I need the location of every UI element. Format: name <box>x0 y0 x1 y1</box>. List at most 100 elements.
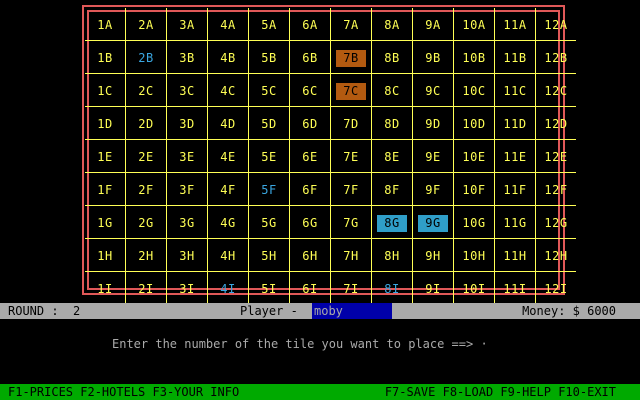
board-cell[interactable]: 1B <box>85 40 126 74</box>
board-cell[interactable]: 12H <box>535 238 576 272</box>
board-cell[interactable]: 2F <box>125 172 167 206</box>
board-cell[interactable]: 8I <box>371 271 413 304</box>
board-cell[interactable]: 7E <box>330 139 372 173</box>
board-cell[interactable]: 9F <box>412 172 454 206</box>
board-cell[interactable]: 5A <box>248 8 290 41</box>
board-cell[interactable]: 10B <box>453 40 495 74</box>
function-keys-right[interactable]: F7-SAVE F8-LOAD F9-HELP F10-EXIT <box>385 384 616 400</box>
function-keys-left[interactable]: F1-PRICES F2-HOTELS F3-YOUR INFO <box>8 384 239 400</box>
board-cell[interactable]: 12B <box>535 40 576 74</box>
tile-prompt[interactable]: Enter the number of the tile you want to… <box>112 336 488 352</box>
board-cell[interactable]: 4C <box>207 73 249 107</box>
board-cell[interactable]: 6H <box>289 238 331 272</box>
board-cell[interactable]: 7G <box>330 205 372 239</box>
board-cell[interactable]: 9E <box>412 139 454 173</box>
board-cell[interactable]: 6G <box>289 205 331 239</box>
board-cell[interactable]: 5G <box>248 205 290 239</box>
board-cell[interactable]: 11I <box>494 271 536 304</box>
board-cell[interactable]: 4H <box>207 238 249 272</box>
board-cell[interactable]: 10D <box>453 106 495 140</box>
board-cell[interactable]: 2I <box>125 271 167 304</box>
board-cell[interactable]: 7B <box>330 40 372 74</box>
board-cell[interactable]: 10F <box>453 172 495 206</box>
board-cell[interactable]: 5C <box>248 73 290 107</box>
board-cell[interactable]: 1D <box>85 106 126 140</box>
board-cell[interactable]: 1F <box>85 172 126 206</box>
board-cell[interactable]: 2D <box>125 106 167 140</box>
board-cell[interactable]: 3B <box>166 40 208 74</box>
board-cell[interactable]: 11D <box>494 106 536 140</box>
board-cell[interactable]: 9B <box>412 40 454 74</box>
board-cell[interactable]: 12G <box>535 205 576 239</box>
board-cell[interactable]: 12A <box>535 8 576 41</box>
board-cell[interactable]: 8E <box>371 139 413 173</box>
board-cell[interactable]: 3E <box>166 139 208 173</box>
board-cell[interactable]: 8B <box>371 40 413 74</box>
board-cell[interactable]: 7F <box>330 172 372 206</box>
board-cell[interactable]: 7C <box>330 73 372 107</box>
board-cell[interactable]: 2B <box>125 40 167 74</box>
board-cell[interactable]: 7A <box>330 8 372 41</box>
board-cell[interactable]: 1I <box>85 271 126 304</box>
board-cell[interactable]: 12I <box>535 271 576 304</box>
board-cell[interactable]: 5H <box>248 238 290 272</box>
board-cell[interactable]: 6E <box>289 139 331 173</box>
board-cell[interactable]: 7D <box>330 106 372 140</box>
board-cell[interactable]: 11H <box>494 238 536 272</box>
board-cell[interactable]: 6C <box>289 73 331 107</box>
board-cell[interactable]: 2E <box>125 139 167 173</box>
board-cell[interactable]: 1H <box>85 238 126 272</box>
board-cell[interactable]: 12D <box>535 106 576 140</box>
board-cell[interactable]: 9D <box>412 106 454 140</box>
board-cell[interactable]: 4I <box>207 271 249 304</box>
board-cell[interactable]: 11B <box>494 40 536 74</box>
board-cell[interactable]: 10I <box>453 271 495 304</box>
board-cell[interactable]: 8F <box>371 172 413 206</box>
board-cell[interactable]: 4F <box>207 172 249 206</box>
text-cursor[interactable]: · <box>480 336 487 352</box>
board-cell[interactable]: 10C <box>453 73 495 107</box>
board-cell[interactable]: 5D <box>248 106 290 140</box>
board-cell[interactable]: 4G <box>207 205 249 239</box>
board-cell[interactable]: 2H <box>125 238 167 272</box>
board-cell[interactable]: 6D <box>289 106 331 140</box>
board-cell[interactable]: 4B <box>207 40 249 74</box>
board-cell[interactable]: 3I <box>166 271 208 304</box>
board-cell[interactable]: 7H <box>330 238 372 272</box>
board-cell[interactable]: 2C <box>125 73 167 107</box>
board-cell[interactable]: 6I <box>289 271 331 304</box>
board-cell[interactable]: 3A <box>166 8 208 41</box>
board-cell[interactable]: 6B <box>289 40 331 74</box>
board-cell[interactable]: 2A <box>125 8 167 41</box>
board-cell[interactable]: 11F <box>494 172 536 206</box>
board-cell[interactable]: 11E <box>494 139 536 173</box>
board-cell[interactable]: 5E <box>248 139 290 173</box>
board-cell[interactable]: 8D <box>371 106 413 140</box>
board-cell[interactable]: 9I <box>412 271 454 304</box>
board-cell[interactable]: 3G <box>166 205 208 239</box>
board-cell[interactable]: 11C <box>494 73 536 107</box>
board-cell[interactable]: 5I <box>248 271 290 304</box>
board-cell[interactable]: 11A <box>494 8 536 41</box>
board-cell[interactable]: 12F <box>535 172 576 206</box>
board-cell[interactable]: 9C <box>412 73 454 107</box>
board-cell[interactable]: 11G <box>494 205 536 239</box>
board-cell[interactable]: 12E <box>535 139 576 173</box>
board-cell[interactable]: 9A <box>412 8 454 41</box>
board-cell[interactable]: 1G <box>85 205 126 239</box>
board-cell[interactable]: 9G <box>412 205 454 239</box>
board-cell[interactable]: 8H <box>371 238 413 272</box>
board-cell[interactable]: 3C <box>166 73 208 107</box>
board-cell[interactable]: 10E <box>453 139 495 173</box>
board-cell[interactable]: 6F <box>289 172 331 206</box>
board-cell[interactable]: 8A <box>371 8 413 41</box>
board-cell[interactable]: 1E <box>85 139 126 173</box>
board-cell[interactable]: 10G <box>453 205 495 239</box>
board-cell[interactable]: 8C <box>371 73 413 107</box>
board-cell[interactable]: 9H <box>412 238 454 272</box>
board-cell[interactable]: 2G <box>125 205 167 239</box>
board-cell[interactable]: 3F <box>166 172 208 206</box>
board-cell[interactable]: 3D <box>166 106 208 140</box>
board-cell[interactable]: 6A <box>289 8 331 41</box>
board-cell[interactable]: 1C <box>85 73 126 107</box>
